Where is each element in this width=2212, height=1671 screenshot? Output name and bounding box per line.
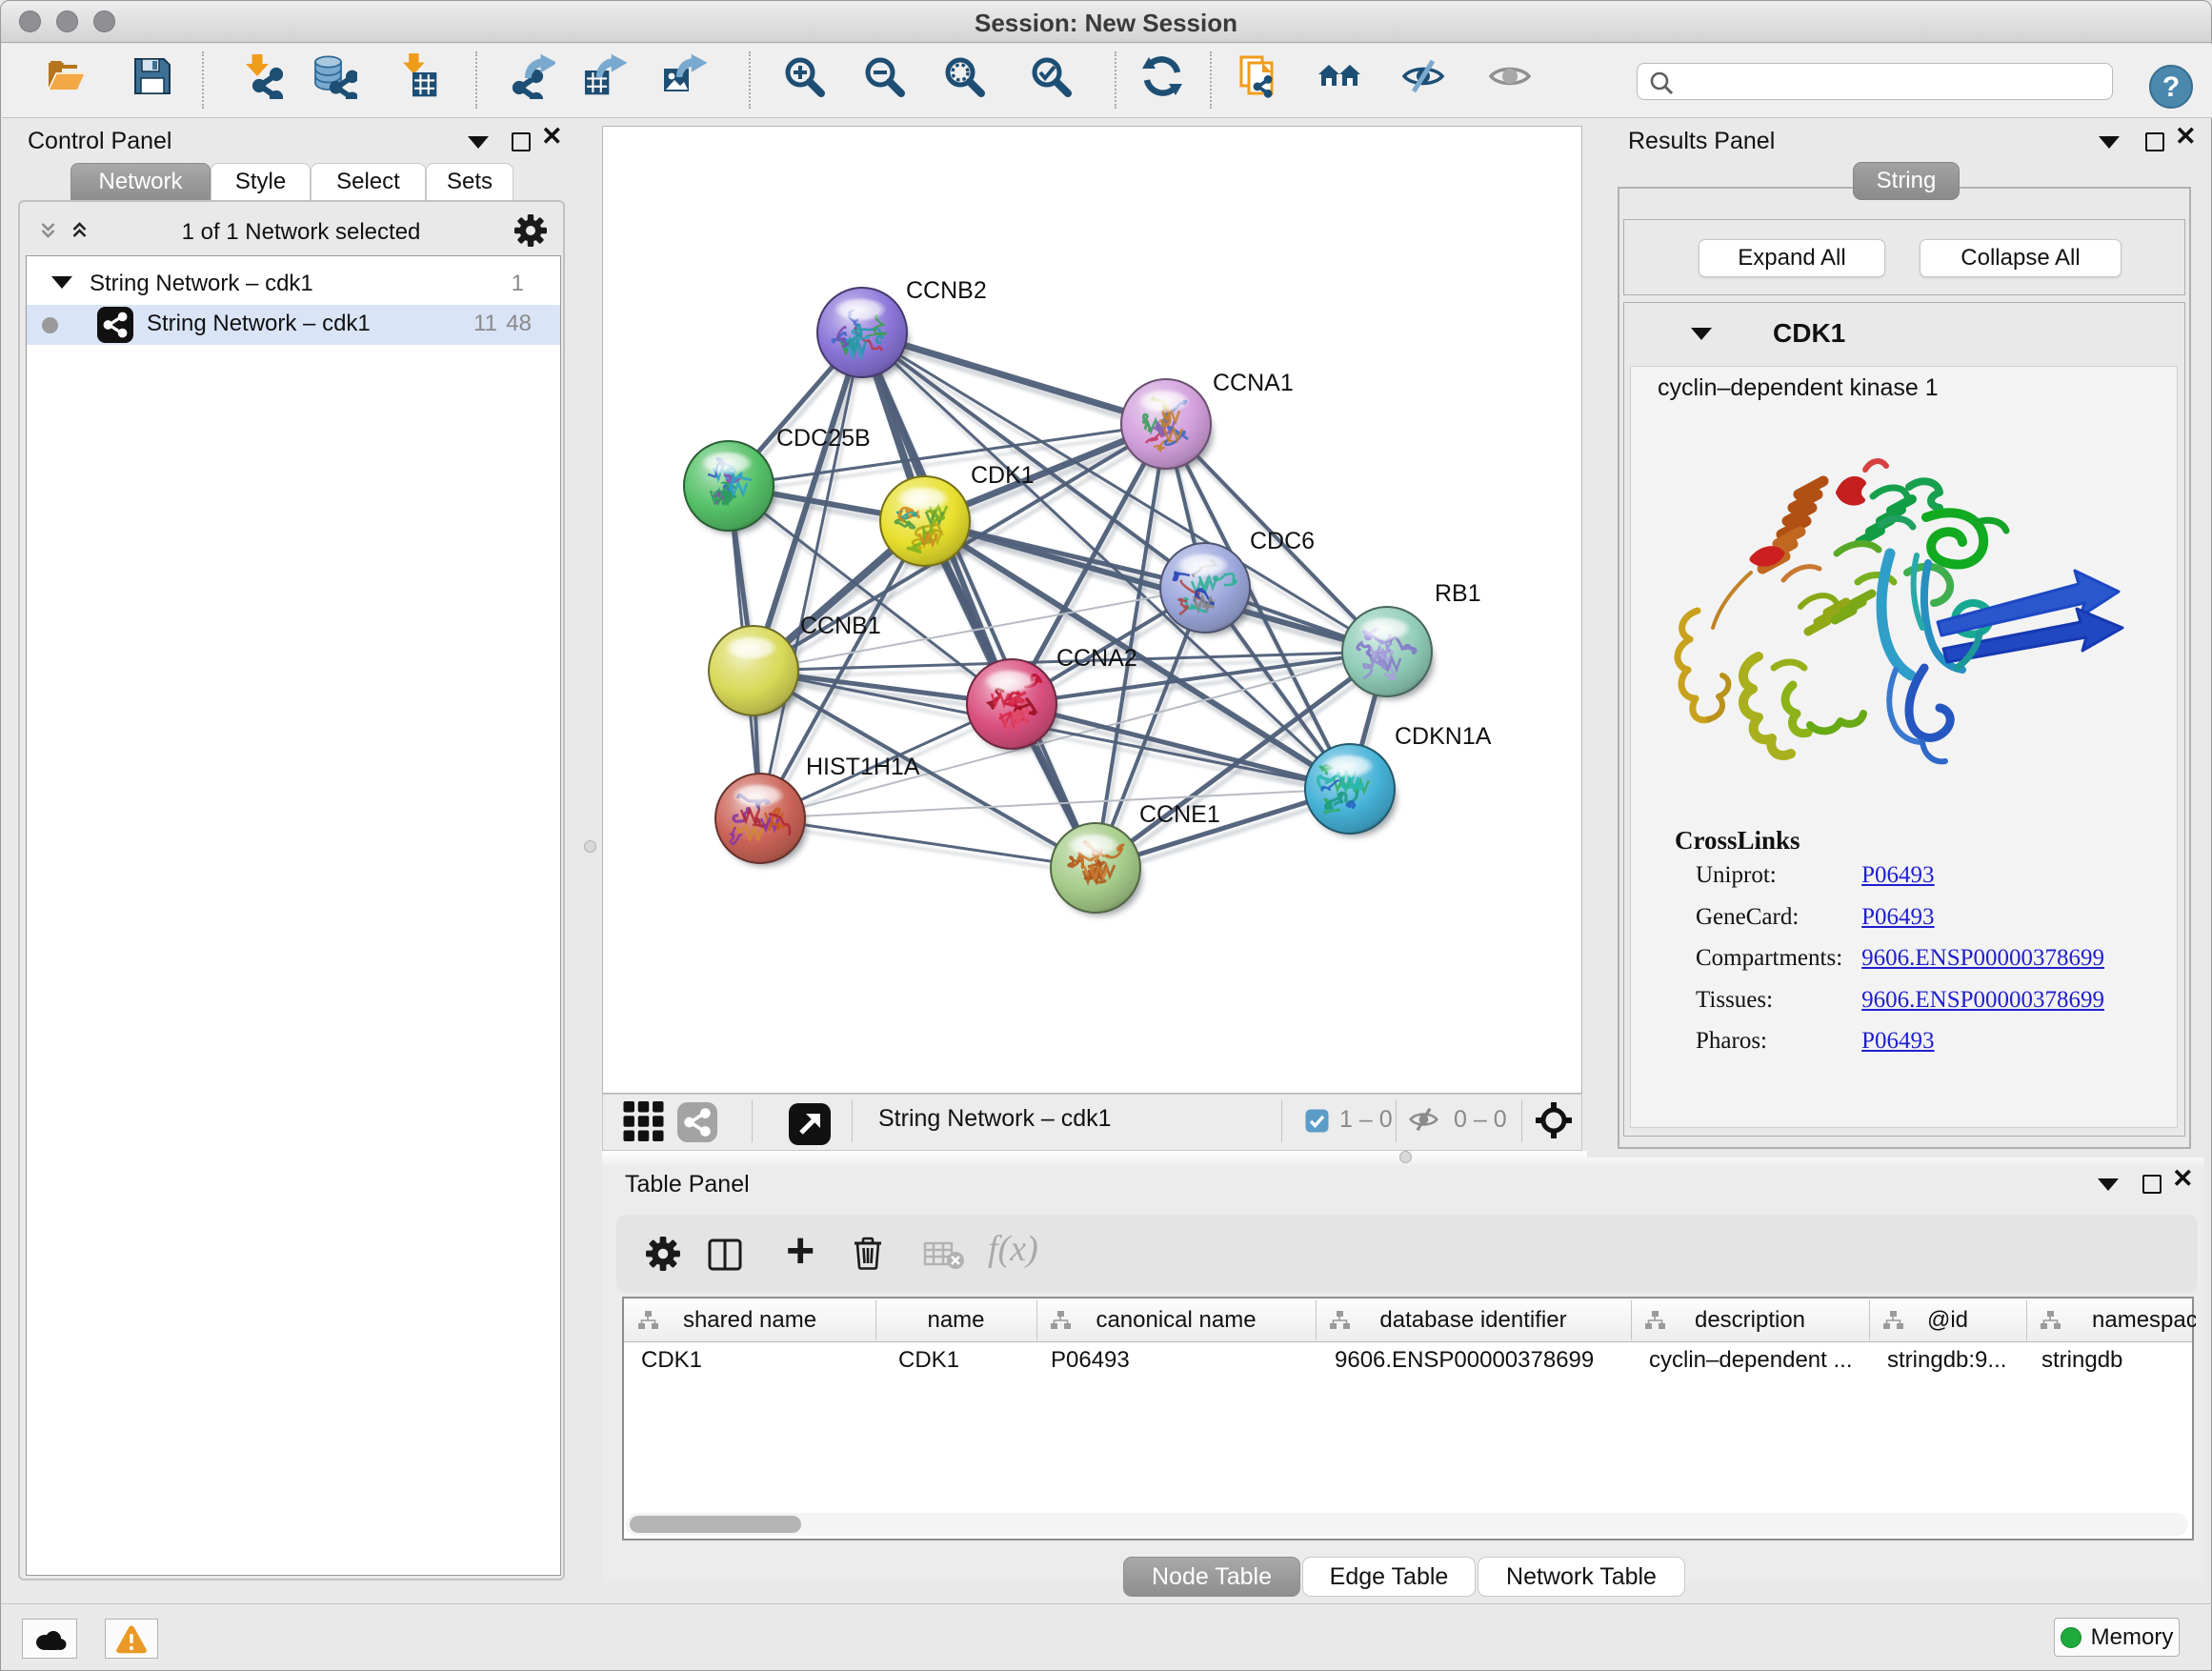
svg-text:CCNB2: CCNB2 [906,277,987,304]
svg-text:CDC25B: CDC25B [776,425,871,452]
svg-text:CDKN1A: CDKN1A [1395,723,1492,750]
svg-text:CCNE1: CCNE1 [1139,801,1220,828]
svg-text:CDK1: CDK1 [971,462,1035,489]
svg-text:CDC6: CDC6 [1250,528,1315,554]
svg-text:CCNB1: CCNB1 [800,613,881,639]
svg-text:?: ? [2162,71,2180,103]
svg-text:RB1: RB1 [1435,580,1481,607]
svg-text:CCNA1: CCNA1 [1213,370,1294,396]
svg-text:CCNA2: CCNA2 [1056,645,1137,672]
svg-text:HIST1H1A: HIST1H1A [806,754,920,780]
